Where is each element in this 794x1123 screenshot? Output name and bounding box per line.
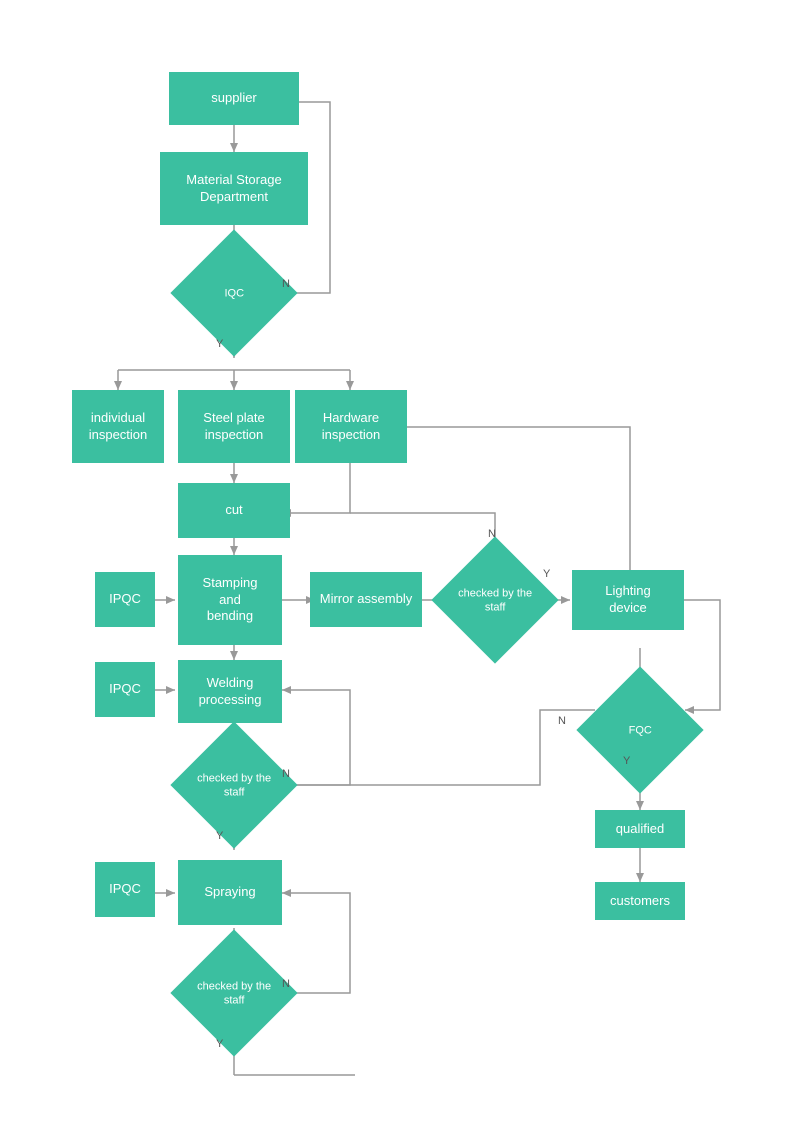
cut-label: cut (225, 502, 242, 519)
ipqc3-label: IPQC (109, 881, 141, 898)
supplier-label: supplier (211, 90, 257, 107)
checked2-n-label: N (282, 768, 290, 780)
fqc-node: FQC (576, 666, 703, 793)
checked-staff3-node: checked by the staff (170, 929, 297, 1056)
iqc-y-label: Y (216, 338, 223, 350)
ipqc2-label: IPQC (109, 681, 141, 698)
checked-staff2-node: checked by the staff (170, 721, 297, 848)
hardware-inspection-label: Hardware inspection (322, 410, 381, 444)
supplier-node: supplier (169, 72, 299, 125)
fqc-y-label: Y (623, 755, 630, 767)
fqc-label: FQC (603, 723, 678, 737)
customers-node: customers (595, 882, 685, 920)
welding-node: Welding processing (178, 660, 282, 723)
welding-label: Welding processing (199, 675, 262, 709)
material-storage-node: Material Storage Department (160, 152, 308, 225)
checked3-n-label: N (282, 978, 290, 990)
iqc-node: IQC (170, 229, 297, 356)
spraying-node: Spraying (178, 860, 282, 925)
checked-staff2-label: checked by the staff (197, 771, 272, 800)
iqc-label: IQC (197, 286, 272, 300)
lighting-device-node: Lighting device (572, 570, 684, 630)
cut-node: cut (178, 483, 290, 538)
mirror-assembly-node: Mirror assembly (310, 572, 422, 627)
qualified-node: qualified (595, 810, 685, 848)
stamping-node: Stamping and bending (178, 555, 282, 645)
ipqc3-node: IPQC (95, 862, 155, 917)
checked3-y-label: Y (216, 1038, 223, 1050)
checked-staff1-node: checked by the staff (431, 536, 558, 663)
ipqc2-node: IPQC (95, 662, 155, 717)
stamping-label: Stamping and bending (203, 575, 258, 626)
individual-inspection-node: individual inspection (72, 390, 164, 463)
ipqc1-label: IPQC (109, 591, 141, 608)
material-storage-label: Material Storage Department (186, 172, 281, 206)
hardware-inspection-node: Hardware inspection (295, 390, 407, 463)
ipqc1-node: IPQC (95, 572, 155, 627)
mirror-assembly-label: Mirror assembly (320, 591, 412, 608)
qualified-label: qualified (616, 821, 664, 838)
customers-label: customers (610, 893, 670, 910)
checked-staff3-label: checked by the staff (197, 979, 272, 1008)
iqc-n-label: N (282, 278, 290, 290)
steel-plate-label: Steel plate inspection (203, 410, 264, 444)
checked-staff1-label: checked by the staff (458, 586, 533, 615)
fqc-n-label: N (558, 715, 566, 727)
lighting-device-label: Lighting device (605, 583, 651, 617)
checked1-y-label: Y (543, 568, 550, 580)
steel-plate-node: Steel plate inspection (178, 390, 290, 463)
individual-inspection-label: individual inspection (89, 410, 148, 444)
checked2-y-label: Y (216, 830, 223, 842)
spraying-label: Spraying (204, 884, 255, 901)
checked1-n-label: N (488, 528, 496, 540)
